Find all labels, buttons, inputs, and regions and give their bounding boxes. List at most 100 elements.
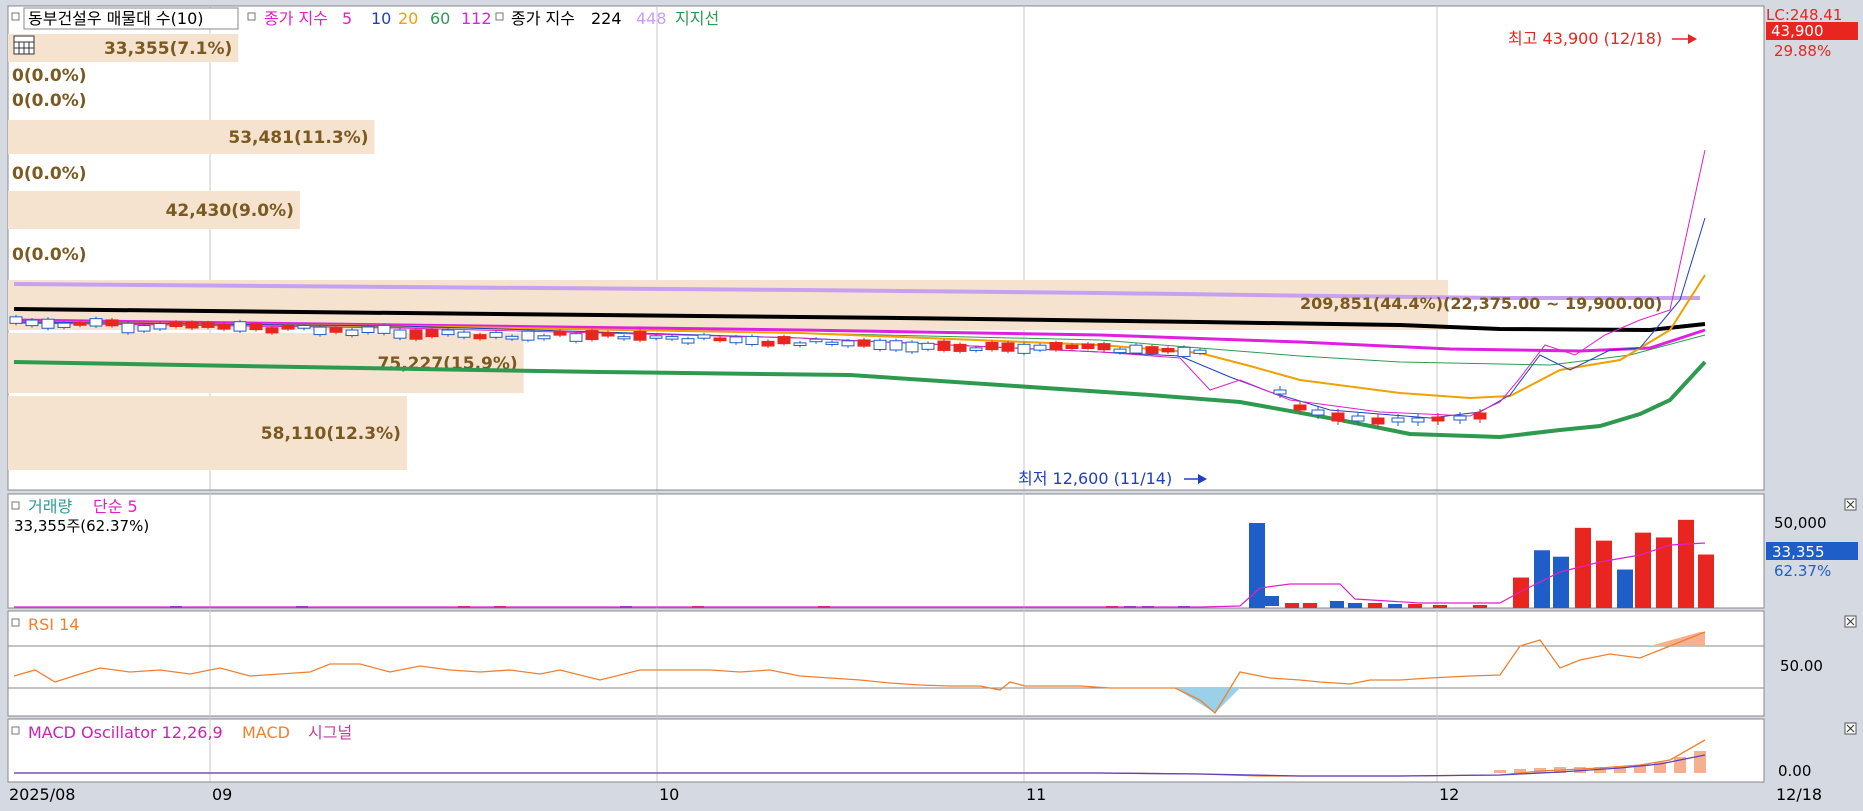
rsi-axis-tick: 50.00 [1780, 657, 1823, 675]
volume-profile-label: 0(0.0%) [12, 66, 87, 86]
volume-last-info: 33,355주(62.37%) [14, 517, 149, 535]
candle [105, 319, 119, 327]
volume-bar [1553, 556, 1569, 608]
legend-ma2-marker-icon [495, 12, 504, 21]
candle [985, 341, 999, 351]
candle [217, 323, 231, 330]
candle [521, 330, 535, 341]
volume-profile-label: 33,355(7.1%) [104, 39, 232, 59]
candle [921, 342, 935, 350]
candle [121, 322, 135, 334]
candle [153, 323, 167, 330]
candle [1293, 404, 1307, 411]
rsi-panel[interactable] [7, 610, 1765, 717]
macd-title: MACD Oscillator 12,26,9 [28, 723, 223, 742]
candle [729, 336, 743, 344]
candle [553, 330, 567, 336]
volume-bar [1330, 601, 1344, 608]
volume-bar [1368, 603, 1382, 608]
candle [393, 329, 407, 339]
candle [1473, 412, 1487, 420]
volume-bar [1473, 605, 1487, 608]
candle [1097, 343, 1111, 351]
candle [1033, 344, 1047, 351]
candle [1081, 343, 1095, 349]
candle [505, 335, 519, 340]
candle [361, 326, 375, 334]
legend-ma60: 60 [430, 9, 450, 28]
volume-profile-label: 42,430(9.0%) [166, 201, 294, 221]
macd-histogram-bar [1694, 751, 1706, 773]
high-annotation: 최고 43,900 (12/18) [1508, 29, 1662, 48]
stock-chart[interactable]: 33,355(7.1%) 0(0.0%) 0(0.0%) 53,481(11.3%) 0… [0, 0, 1863, 811]
current-pct-label: 29.88% [1774, 42, 1831, 60]
candle [1193, 349, 1207, 354]
candle [1017, 343, 1031, 354]
candle [409, 329, 423, 340]
candle [777, 336, 791, 345]
candle [761, 340, 775, 347]
candle [329, 327, 343, 333]
volume-title-marker-icon [11, 501, 20, 510]
candle [665, 336, 679, 340]
candle [9, 316, 23, 324]
volume-close-icon[interactable] [1844, 498, 1857, 511]
candle [137, 325, 151, 332]
candle [89, 318, 103, 327]
x-label-dec: 12 [1439, 785, 1459, 804]
candle [889, 340, 903, 351]
macd-title-marker-icon [11, 726, 20, 735]
candle [1001, 342, 1015, 352]
signal-label: 시그널 [308, 723, 352, 742]
candle [249, 323, 263, 331]
volume-title: 거래량 [28, 497, 72, 516]
candle [201, 322, 215, 328]
candle [1391, 417, 1405, 423]
candle [1273, 389, 1287, 395]
candle [1351, 415, 1365, 422]
volume-bar [1635, 532, 1651, 608]
volume-axis-tick: 50,000 [1774, 514, 1827, 532]
candle [793, 342, 807, 347]
volume-profile-label: 53,481(11.3%) [228, 128, 368, 148]
legend-ma2-prefix: 종가 지수 [511, 9, 575, 28]
candle [841, 340, 855, 347]
x-label-end: 12/18 [1776, 785, 1822, 804]
candle [857, 339, 871, 347]
candle [1161, 347, 1175, 353]
volume-panel[interactable] [7, 493, 1765, 609]
volume-profile-label: 0(0.0%) [12, 91, 87, 111]
candle [1453, 415, 1467, 421]
volume-bar [1617, 569, 1633, 608]
legend-ma10: 10 [371, 9, 391, 28]
calculator-icon[interactable] [13, 35, 35, 55]
candle [425, 329, 439, 338]
volume-bar [1513, 577, 1529, 608]
current-price-label: 43,900 [1771, 22, 1824, 40]
legend-ma5: 5 [342, 9, 352, 28]
volume-bar [1348, 603, 1362, 608]
volume-bar [1285, 603, 1299, 608]
candle [585, 330, 599, 341]
volume-bar [1534, 550, 1550, 608]
candle [1177, 346, 1191, 357]
candle [297, 324, 311, 329]
x-label-oct: 10 [659, 785, 679, 804]
candle [473, 334, 487, 340]
candle [233, 321, 247, 332]
candle [185, 321, 199, 329]
range-annotation: 209,851(44.4%)(22,375.00 ~ 19,900.00) [1300, 294, 1662, 313]
macd-axis-tick: 0.00 [1778, 762, 1811, 780]
volume-bar [1656, 537, 1672, 608]
rsi-close-icon[interactable] [1844, 615, 1857, 628]
candle [441, 329, 455, 336]
candle [265, 327, 279, 334]
candle [937, 340, 951, 351]
macd-close-icon[interactable] [1844, 722, 1857, 735]
legend-ma-marker-icon [247, 12, 256, 21]
candle [697, 334, 711, 339]
candle [377, 324, 391, 334]
volume-current-label: 33,355 [1772, 543, 1825, 561]
volume-current-pct: 62.37% [1774, 562, 1831, 580]
volume-profile-label: 58,110(12.3%) [261, 424, 401, 444]
